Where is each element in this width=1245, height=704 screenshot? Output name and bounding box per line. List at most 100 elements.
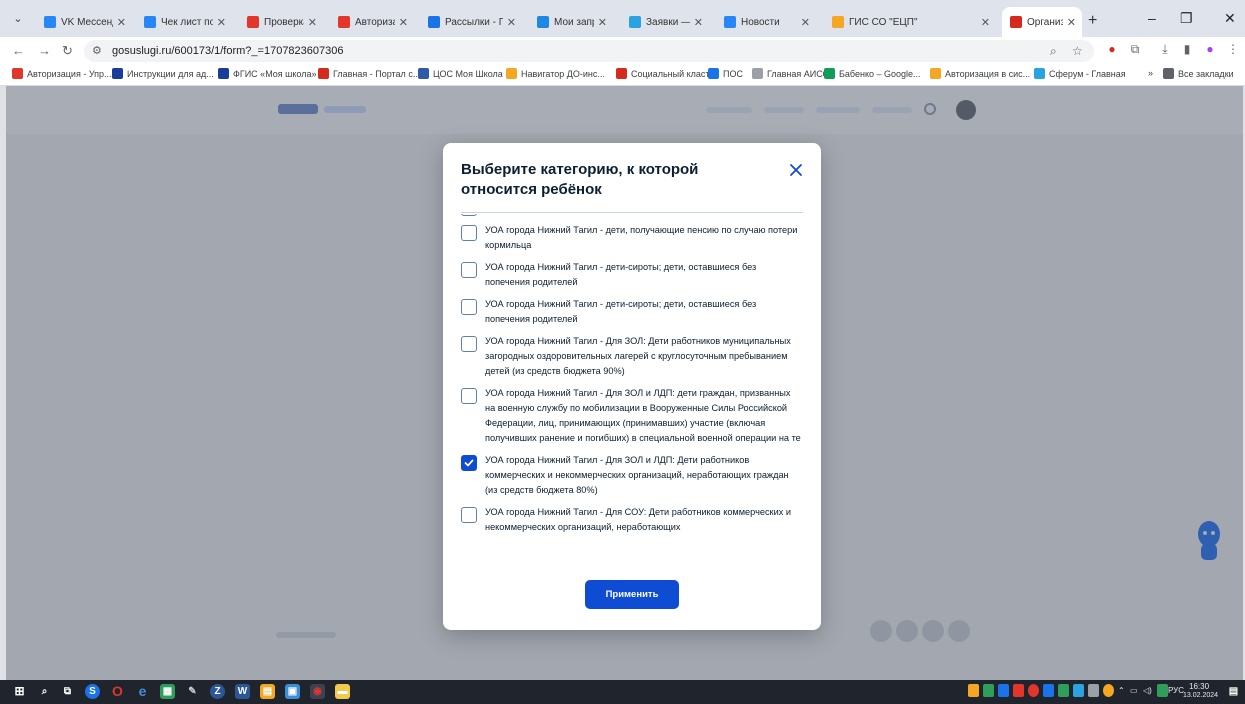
- checkbox[interactable]: [461, 214, 477, 216]
- browser-tab[interactable]: Мои запросы - ✕: [529, 7, 613, 37]
- menu-icon[interactable]: ⋮: [1226, 42, 1240, 56]
- zoom-icon[interactable]: ⌕: [1050, 44, 1057, 59]
- profile-icon[interactable]: ●: [1203, 42, 1217, 56]
- close-icon[interactable]: [787, 161, 805, 179]
- restore-icon[interactable]: ❐: [1180, 10, 1193, 27]
- tab-close-icon[interactable]: ✕: [1067, 16, 1076, 29]
- tray-icon[interactable]: [1058, 684, 1069, 697]
- ie-icon[interactable]: e: [135, 684, 150, 699]
- language-indicator[interactable]: РУС: [1168, 686, 1184, 695]
- files-icon[interactable]: ▤: [260, 684, 275, 699]
- bookmark-item[interactable]: Главная АИСО: [752, 68, 830, 79]
- checkbox[interactable]: [461, 388, 477, 404]
- bookmark-item[interactable]: Инструкции для ад...: [112, 68, 214, 79]
- app-icon[interactable]: ▦: [160, 684, 175, 699]
- download-icon[interactable]: ⤓: [1158, 42, 1172, 56]
- start-icon[interactable]: ⊞: [12, 684, 27, 699]
- tray-icon[interactable]: [1088, 684, 1099, 697]
- close-window-icon[interactable]: ✕: [1224, 10, 1236, 27]
- browser-tab[interactable]: Организация отд ✕: [1002, 7, 1082, 37]
- network-icon[interactable]: ▭: [1130, 686, 1138, 695]
- skype-icon[interactable]: S: [85, 684, 100, 699]
- browser-tab[interactable]: Заявки — Сферу ✕: [621, 7, 709, 37]
- category-option[interactable]: УОА города Нижний Тагил - дети-сироты; д…: [461, 260, 805, 290]
- bookmark-item[interactable]: Главная - Портал с...: [318, 68, 420, 79]
- clock-date[interactable]: 13.02.2024: [1183, 692, 1218, 699]
- url-text[interactable]: gosuslugi.ru/600173/1/form?_=17078236073…: [112, 45, 344, 57]
- tab-close-icon[interactable]: ✕: [117, 16, 126, 29]
- category-option[interactable]: УОА города Нижний Тагил - Для ЗОЛ и ЛДП:…: [461, 453, 805, 498]
- category-option[interactable]: УОА города Нижний Тагил - дети-сироты; д…: [461, 297, 805, 327]
- tray-icon[interactable]: [983, 684, 994, 697]
- address-bar[interactable]: ⚙ gosuslugi.ru/600173/1/form?_=170782360…: [84, 40, 1094, 62]
- tab-close-icon[interactable]: ✕: [694, 16, 703, 29]
- tab-close-icon[interactable]: ✕: [399, 16, 408, 29]
- bookmark-item[interactable]: ЦОС Моя Школа: [418, 68, 503, 79]
- app-icon[interactable]: ▣: [285, 684, 300, 699]
- sidepanel-icon[interactable]: ▮: [1180, 42, 1194, 56]
- new-tab-icon[interactable]: +: [1088, 12, 1097, 30]
- tab-search-icon[interactable]: ⌄: [10, 12, 26, 28]
- apply-button[interactable]: Применить: [585, 580, 679, 609]
- bookmark-item[interactable]: Социальный кластер: [616, 68, 719, 79]
- bookmark-item[interactable]: Навигатор ДО-инс...: [506, 68, 605, 79]
- tab-close-icon[interactable]: ✕: [217, 16, 226, 29]
- browser-tab[interactable]: Чек лист по пере ✕: [136, 7, 232, 37]
- tray-icon[interactable]: [1043, 684, 1054, 697]
- browser-tab[interactable]: ГИС СО "ЕЦП" ✕: [824, 7, 996, 37]
- category-option[interactable]: УОА города Нижний Тагил - Для ЗОЛ и ЛДП:…: [461, 386, 805, 446]
- category-option[interactable]: УОА города Нижний Тагил - Для СОУ: Дети …: [461, 505, 805, 535]
- tray-icon[interactable]: [1073, 684, 1084, 697]
- category-option[interactable]: УОА города Нижний Тагил - дети, получающ…: [461, 223, 805, 253]
- explorer-icon[interactable]: ▬: [335, 684, 350, 699]
- browser-tab[interactable]: Авторизация по ✕: [330, 7, 414, 37]
- bookmarks-overflow-icon[interactable]: »: [1148, 68, 1153, 78]
- task-view-icon[interactable]: ⧉: [60, 684, 75, 699]
- opera-icon[interactable]: O: [110, 684, 125, 699]
- checkbox[interactable]: [461, 507, 477, 523]
- tab-close-icon[interactable]: ✕: [308, 16, 317, 29]
- category-option[interactable]: которых является инвалидом: [461, 214, 805, 216]
- tray-icon[interactable]: [1157, 684, 1168, 697]
- browser-tab[interactable]: Проверка СНИЛ ✕: [239, 7, 323, 37]
- browser-tab[interactable]: Рассылки - Почт ✕: [420, 7, 522, 37]
- tray-icon[interactable]: [998, 684, 1009, 697]
- tray-icon[interactable]: [1028, 684, 1039, 697]
- checkbox[interactable]: [461, 262, 477, 278]
- forward-icon[interactable]: →: [38, 43, 51, 58]
- bookmark-item[interactable]: Авторизация в сис...: [930, 68, 1030, 79]
- tray-icon[interactable]: [968, 684, 979, 697]
- bookmark-item[interactable]: Бабенко – Google...: [824, 68, 921, 79]
- checkbox-checked[interactable]: [461, 455, 477, 471]
- bookmark-star-icon[interactable]: ☆: [1072, 44, 1083, 58]
- checkbox[interactable]: [461, 336, 477, 352]
- browser-tab[interactable]: VK Мессенджер ✕: [36, 7, 132, 37]
- show-hidden-icons-icon[interactable]: ⌃: [1118, 686, 1125, 695]
- site-info-icon[interactable]: ⚙: [92, 44, 102, 57]
- bookmark-item[interactable]: Авторизация - Упр...: [12, 68, 112, 79]
- checkbox[interactable]: [461, 299, 477, 315]
- extension-icon[interactable]: ●: [1105, 42, 1119, 56]
- volume-icon[interactable]: ◁): [1143, 686, 1152, 695]
- notifications-icon[interactable]: ▤: [1226, 684, 1241, 699]
- extensions-puzzle-icon[interactable]: ⧉: [1128, 42, 1142, 56]
- options-list[interactable]: которых является инвалидом УОА города Ниж…: [461, 214, 805, 569]
- zoom-app-icon[interactable]: Z: [210, 684, 225, 699]
- bookmark-item[interactable]: Сферум - Главная: [1034, 68, 1126, 79]
- checkbox[interactable]: [461, 225, 477, 241]
- clock-time[interactable]: 16:30: [1189, 682, 1209, 691]
- tray-icon[interactable]: [1013, 684, 1024, 697]
- bookmark-item[interactable]: ФГИС «Моя школа»: [218, 68, 317, 79]
- category-option[interactable]: УОА города Нижний Тагил - Для ЗОЛ: Дети …: [461, 334, 805, 379]
- search-icon[interactable]: ⌕: [37, 684, 52, 699]
- bookmark-item[interactable]: ПОС: [708, 68, 743, 79]
- tab-close-icon[interactable]: ✕: [507, 16, 516, 29]
- back-icon[interactable]: ←: [12, 43, 25, 58]
- word-icon[interactable]: W: [235, 684, 250, 699]
- bookmark-item[interactable]: Все закладки: [1163, 68, 1234, 79]
- tab-close-icon[interactable]: ✕: [598, 16, 607, 29]
- chrome-icon[interactable]: ◉: [310, 684, 325, 699]
- browser-tab[interactable]: Новости ✕: [716, 7, 816, 37]
- tab-close-icon[interactable]: ✕: [801, 16, 810, 29]
- tray-icon[interactable]: [1103, 684, 1114, 697]
